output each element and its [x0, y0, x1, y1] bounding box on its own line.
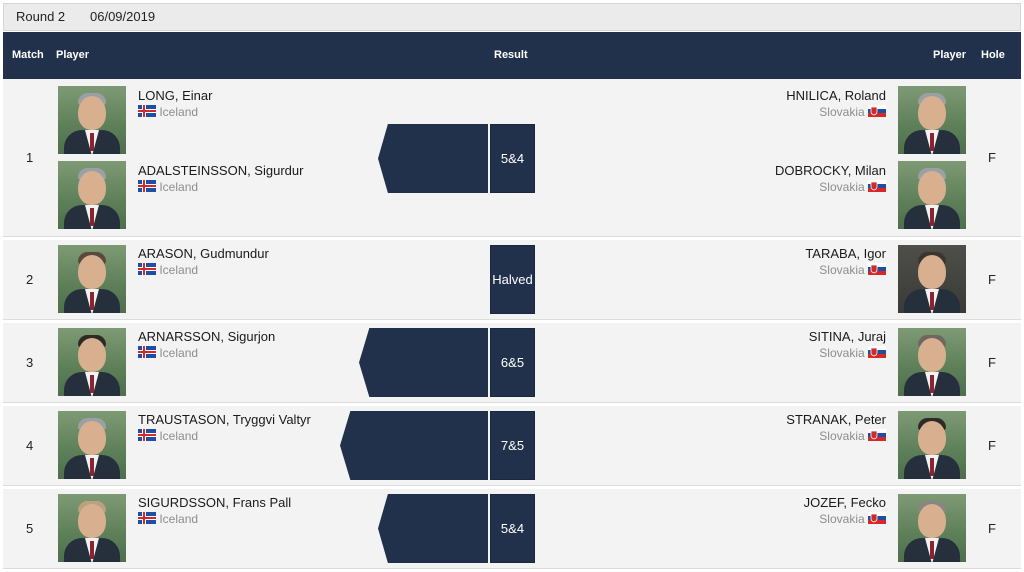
- player-photo: [58, 86, 126, 154]
- player-country-left: Iceland: [138, 105, 198, 119]
- player-photo: [898, 411, 966, 479]
- table-header: Match Player Result Player Hole: [3, 32, 1021, 79]
- player-name-right[interactable]: SITINA, Juraj: [809, 329, 886, 344]
- header-hole: Hole: [981, 49, 1005, 61]
- player-name-right[interactable]: HNILICA, Roland: [786, 88, 886, 103]
- player-country-right: Slovakia: [819, 512, 886, 526]
- player-name-left[interactable]: TRAUSTASON, Tryggvi Valtyr: [138, 412, 311, 427]
- player-photo: [898, 494, 966, 562]
- player-country-right: Slovakia: [819, 180, 886, 194]
- player-name-left[interactable]: ADALSTEINSSON, Sigurdur: [138, 163, 303, 178]
- player-country-right: Slovakia: [819, 346, 886, 360]
- player-photo: [58, 245, 126, 313]
- hole-value: F: [988, 272, 996, 287]
- header-match: Match: [12, 49, 44, 61]
- player-country-left: Iceland: [138, 180, 198, 194]
- slovakia-flag-icon: [868, 346, 886, 358]
- slovakia-flag-icon: [868, 429, 886, 441]
- winner-arrow-left: [378, 124, 488, 193]
- player-country-left: Iceland: [138, 346, 198, 360]
- match-row-2[interactable]: 2 ARASON, Gudmundur Iceland Halved TARAB…: [3, 237, 1021, 320]
- header-result: Result: [494, 49, 528, 61]
- player-name-left[interactable]: ARASON, Gudmundur: [138, 246, 269, 261]
- result-box[interactable]: 5&4: [490, 124, 535, 193]
- player-country-left: Iceland: [138, 263, 198, 277]
- slovakia-flag-icon: [868, 105, 886, 117]
- iceland-flag-icon: [138, 180, 156, 192]
- winner-arrow-left: [340, 411, 488, 480]
- player-name-left[interactable]: LONG, Einar: [138, 88, 212, 103]
- match-row-1[interactable]: 1 LONG, Einar Iceland ADALSTEINSSON, Sig…: [3, 79, 1021, 237]
- player-photo: [58, 161, 126, 229]
- hole-value: F: [988, 355, 996, 370]
- player-name-left[interactable]: ARNARSSON, Sigurjon: [138, 329, 275, 344]
- result-box[interactable]: 7&5: [490, 411, 535, 480]
- player-photo: [58, 494, 126, 562]
- iceland-flag-icon: [138, 429, 156, 441]
- player-name-right[interactable]: JOZEF, Fecko: [804, 495, 886, 510]
- iceland-flag-icon: [138, 105, 156, 117]
- hole-value: F: [988, 521, 996, 536]
- player-photo: [58, 411, 126, 479]
- slovakia-flag-icon: [868, 180, 886, 192]
- round-date: 06/09/2019: [90, 9, 156, 24]
- player-photo: [898, 86, 966, 154]
- header-player-right: Player: [933, 49, 967, 61]
- player-country-left: Iceland: [138, 429, 198, 443]
- match-number: 2: [26, 272, 34, 287]
- result-box[interactable]: Halved: [490, 245, 535, 314]
- player-name-right[interactable]: TARABA, Igor: [805, 246, 886, 261]
- slovakia-flag-icon: [868, 512, 886, 524]
- match-number: 1: [26, 150, 34, 165]
- iceland-flag-icon: [138, 512, 156, 524]
- header-player-left: Player: [56, 49, 90, 61]
- player-country-right: Slovakia: [819, 105, 886, 119]
- winner-arrow-left: [359, 328, 488, 397]
- iceland-flag-icon: [138, 263, 156, 275]
- hole-value: F: [988, 150, 996, 165]
- player-country-left: Iceland: [138, 512, 198, 526]
- match-row-5[interactable]: 5 SIGURDSSON, Frans Pall Iceland 5&4 JOZ…: [3, 486, 1021, 569]
- winner-arrow-left: [378, 494, 488, 563]
- result-box[interactable]: 6&5: [490, 328, 535, 397]
- player-name-right[interactable]: DOBROCKY, Milan: [775, 163, 886, 178]
- round-bar: Round 2 06/09/2019: [3, 3, 1021, 31]
- player-photo: [898, 161, 966, 229]
- match-number: 4: [26, 438, 34, 453]
- player-photo: [898, 245, 966, 313]
- player-name-left[interactable]: SIGURDSSON, Frans Pall: [138, 495, 291, 510]
- match-row-4[interactable]: 4 TRAUSTASON, Tryggvi Valtyr Iceland 7&5…: [3, 403, 1021, 486]
- hole-value: F: [988, 438, 996, 453]
- iceland-flag-icon: [138, 346, 156, 358]
- player-country-right: Slovakia: [819, 263, 886, 277]
- round-label: Round 2: [16, 9, 66, 24]
- player-photo: [58, 328, 126, 396]
- result-box[interactable]: 5&4: [490, 494, 535, 563]
- slovakia-flag-icon: [868, 263, 886, 275]
- match-row-3[interactable]: 3 ARNARSSON, Sigurjon Iceland 6&5 SITINA…: [3, 320, 1021, 403]
- player-photo: [898, 328, 966, 396]
- match-number: 5: [26, 521, 34, 536]
- match-number: 3: [26, 355, 34, 370]
- player-name-right[interactable]: STRANAK, Peter: [786, 412, 886, 427]
- player-country-right: Slovakia: [819, 429, 886, 443]
